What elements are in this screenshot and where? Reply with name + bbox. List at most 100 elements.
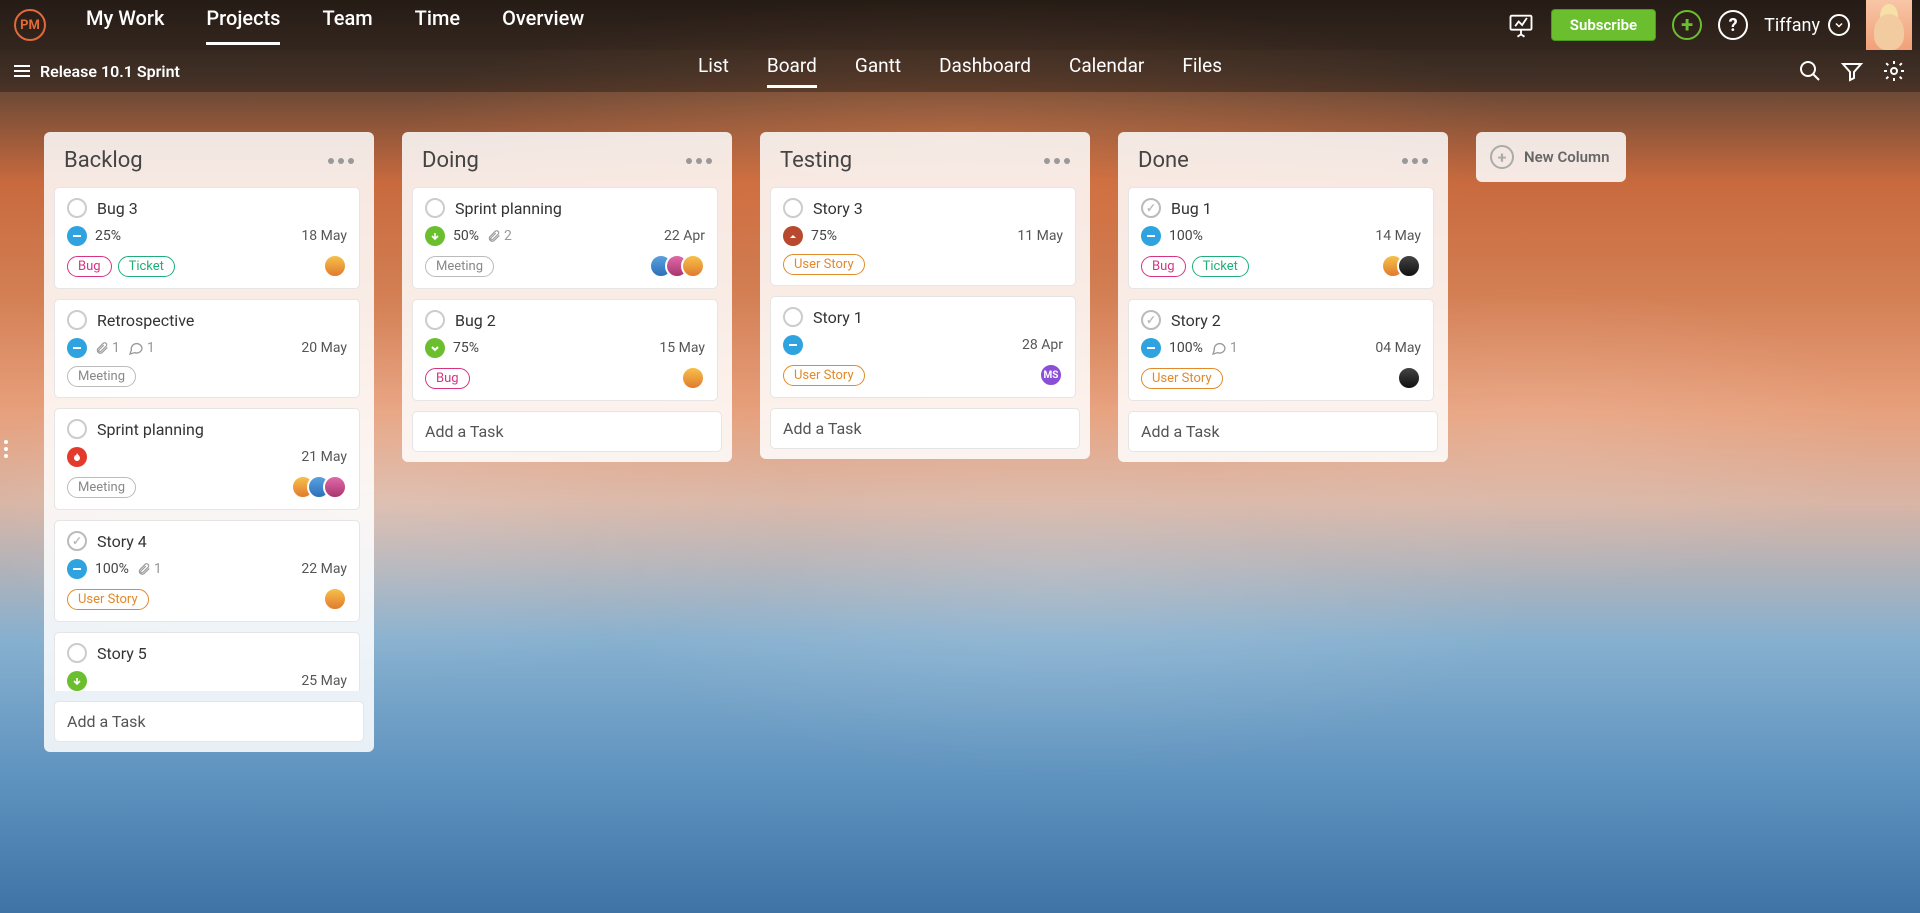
complete-toggle[interactable] xyxy=(425,310,445,330)
assignee-avatar: MS xyxy=(1039,363,1063,387)
add-task-input[interactable]: Add a Task xyxy=(770,408,1080,449)
column-title: Doing xyxy=(422,148,479,173)
task-card[interactable]: Bug 1100%14 MayBugTicket xyxy=(1128,187,1434,289)
card-date: 25 May xyxy=(301,673,347,689)
nav-link-my-work[interactable]: My Work xyxy=(86,6,164,45)
task-card[interactable]: Retrospective1120 MayMeeting xyxy=(54,299,360,398)
column-body: Sprint planning50%222 AprMeetingBug 275%… xyxy=(412,187,722,401)
column: Testing Story 375%11 MayUser Story Story 1… xyxy=(760,132,1090,459)
card-date: 28 Apr xyxy=(1022,337,1063,353)
card-title: Retrospective xyxy=(97,311,194,330)
top-nav-right: Subscribe + ? Tiffany xyxy=(1507,0,1912,50)
assignee-stack xyxy=(291,475,347,499)
tag: User Story xyxy=(1141,368,1223,389)
task-card[interactable]: Sprint planning50%222 AprMeeting xyxy=(412,187,718,289)
add-task-input[interactable]: Add a Task xyxy=(54,701,364,742)
complete-toggle[interactable] xyxy=(783,307,803,327)
card-title: Bug 3 xyxy=(97,199,138,218)
kanban-board: Backlog Bug 325%18 MayBugTicket Retrospect… xyxy=(0,92,1920,913)
view-dashboard[interactable]: Dashboard xyxy=(939,54,1031,88)
tag: Bug xyxy=(1141,256,1186,277)
complete-toggle[interactable] xyxy=(425,198,445,218)
presentation-icon[interactable] xyxy=(1507,11,1535,39)
complete-toggle[interactable] xyxy=(67,643,87,663)
task-card[interactable]: Story 375%11 MayUser Story xyxy=(770,187,1076,286)
task-card[interactable]: Story 4100%122 MayUser Story xyxy=(54,520,360,622)
complete-toggle[interactable] xyxy=(67,310,87,330)
search-icon[interactable] xyxy=(1798,59,1822,83)
task-card[interactable]: Bug 275%15 MayBug xyxy=(412,299,718,401)
nav-link-projects[interactable]: Projects xyxy=(206,6,280,45)
nav-link-time[interactable]: Time xyxy=(415,6,460,45)
complete-toggle[interactable] xyxy=(67,419,87,439)
column-title: Testing xyxy=(780,148,852,173)
tag: Meeting xyxy=(67,366,136,387)
nav-link-team[interactable]: Team xyxy=(322,6,372,45)
task-card[interactable]: Story 525 May xyxy=(54,632,360,691)
complete-toggle[interactable] xyxy=(1141,198,1161,218)
user-avatar[interactable] xyxy=(1866,0,1912,50)
complete-toggle[interactable] xyxy=(67,531,87,551)
column-title: Backlog xyxy=(64,148,143,173)
view-list[interactable]: List xyxy=(698,54,729,88)
view-board[interactable]: Board xyxy=(767,54,817,88)
card-date: 14 May xyxy=(1375,228,1421,244)
card-title: Story 4 xyxy=(97,532,147,551)
card-title: Bug 2 xyxy=(455,311,496,330)
card-title: Story 2 xyxy=(1171,311,1221,330)
assignee-stack xyxy=(649,254,705,278)
card-title: Story 1 xyxy=(813,308,863,327)
help-icon[interactable]: ? xyxy=(1718,10,1748,40)
complete-toggle[interactable] xyxy=(783,198,803,218)
view-files[interactable]: Files xyxy=(1182,54,1222,88)
assignee-avatar xyxy=(1397,366,1421,390)
nav-link-overview[interactable]: Overview xyxy=(502,6,584,45)
column-menu-icon[interactable] xyxy=(1044,158,1070,164)
add-icon[interactable]: + xyxy=(1672,10,1702,40)
column: DoneBug 1100%14 MayBugTicketStory 2100%1… xyxy=(1118,132,1448,462)
task-card[interactable]: Bug 325%18 MayBugTicket xyxy=(54,187,360,289)
priority-icon xyxy=(67,559,87,579)
task-card[interactable]: Sprint planning21 MayMeeting xyxy=(54,408,360,510)
tag: Meeting xyxy=(425,256,494,277)
task-card[interactable]: Story 128 AprUser StoryMS xyxy=(770,296,1076,398)
card-title: Bug 1 xyxy=(1171,199,1212,218)
assignee-avatar xyxy=(323,587,347,611)
add-task-input[interactable]: Add a Task xyxy=(1128,411,1438,452)
card-date: 20 May xyxy=(301,340,347,356)
priority-icon xyxy=(67,447,87,467)
card-date: 21 May xyxy=(301,449,347,465)
hamburger-icon[interactable] xyxy=(14,65,30,77)
complete-toggle[interactable] xyxy=(1141,310,1161,330)
column-body: Bug 325%18 MayBugTicketRetrospective1120… xyxy=(54,187,364,691)
tag: User Story xyxy=(67,589,149,610)
column-menu-icon[interactable] xyxy=(328,158,354,164)
tag: Bug xyxy=(425,368,470,389)
subscribe-button[interactable]: Subscribe xyxy=(1551,9,1656,41)
filter-icon[interactable] xyxy=(1840,59,1864,83)
column-menu-icon[interactable] xyxy=(686,158,712,164)
gear-icon[interactable] xyxy=(1882,59,1906,83)
view-gantt[interactable]: Gantt xyxy=(855,54,901,88)
edge-menu-icon[interactable] xyxy=(4,440,8,458)
new-column-button[interactable]: +New Column xyxy=(1476,132,1626,182)
card-date: 04 May xyxy=(1375,340,1421,356)
user-menu[interactable]: Tiffany xyxy=(1764,14,1850,36)
priority-icon xyxy=(67,671,87,691)
assignee-avatar xyxy=(323,254,347,278)
column-menu-icon[interactable] xyxy=(1402,158,1428,164)
tag: User Story xyxy=(783,254,865,275)
view-calendar[interactable]: Calendar xyxy=(1069,54,1144,88)
column-body: Bug 1100%14 MayBugTicketStory 2100%104 M… xyxy=(1128,187,1438,401)
task-card[interactable]: Story 2100%104 MayUser Story xyxy=(1128,299,1434,401)
user-name: Tiffany xyxy=(1764,15,1820,36)
logo[interactable]: PM xyxy=(14,9,46,41)
assignee-stack xyxy=(323,254,347,278)
add-task-input[interactable]: Add a Task xyxy=(412,411,722,452)
priority-icon xyxy=(425,226,445,246)
complete-toggle[interactable] xyxy=(67,198,87,218)
card-percent: 100% xyxy=(1169,340,1203,356)
assignee-avatar xyxy=(323,475,347,499)
assignee-stack xyxy=(323,587,347,611)
column-title: Done xyxy=(1138,148,1189,173)
